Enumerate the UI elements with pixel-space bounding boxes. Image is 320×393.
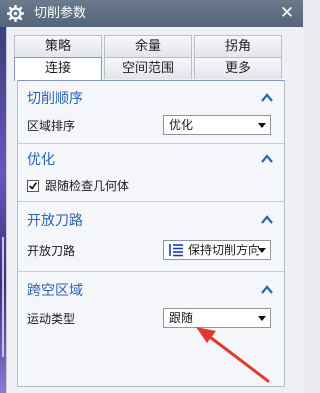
chevron-up-icon[interactable] xyxy=(260,91,274,105)
group-divider xyxy=(18,201,284,202)
group-divider xyxy=(18,143,284,144)
gear-icon xyxy=(7,5,24,22)
follow-check-geometry-label: 跟随检查几何体 xyxy=(45,179,130,193)
group-title-cut-order: 切削顺序 xyxy=(27,91,83,107)
group-title-open-toolpath: 开放刀路 xyxy=(27,213,83,229)
dropdown-arrow-icon xyxy=(258,123,266,128)
close-button[interactable]: ✕ xyxy=(277,3,297,23)
region-order-select[interactable]: 优化 xyxy=(163,115,271,135)
motion-type-value: 跟随 xyxy=(169,311,194,325)
group-title-optimize: 优化 xyxy=(27,152,55,168)
toolpath-pattern-icon xyxy=(169,244,183,257)
group-header-optimize[interactable]: 优化 xyxy=(18,148,284,170)
group-title-span-region: 跨空区域 xyxy=(27,283,83,299)
tab-row-top: 策略 余量 拐角 xyxy=(14,35,282,57)
group-divider xyxy=(18,271,284,272)
tab-corner[interactable]: 拐角 xyxy=(194,35,282,57)
chevron-up-icon[interactable] xyxy=(260,152,274,166)
checkmark-icon xyxy=(29,182,38,190)
dropdown-arrow-icon xyxy=(258,248,266,254)
group-header-span-region[interactable]: 跨空区域 xyxy=(18,279,284,301)
region-order-label: 区域排序 xyxy=(27,119,76,133)
tab-containment[interactable]: 空间范围 xyxy=(104,57,192,79)
follow-check-geometry-checkbox[interactable] xyxy=(27,180,39,192)
region-order-value: 优化 xyxy=(169,118,194,132)
open-toolpath-label: 开放刀路 xyxy=(27,244,76,258)
chevron-up-icon[interactable] xyxy=(260,283,274,297)
close-icon: ✕ xyxy=(279,3,295,23)
tab-strategy[interactable]: 策略 xyxy=(14,35,102,57)
window-title: 切削参数 xyxy=(34,6,87,21)
connect-panel: 切削顺序 区域排序 优化 优化 跟随检查几何体 开放刀路 开放刀路 保持切削方向… xyxy=(17,80,285,387)
dropdown-arrow-icon xyxy=(258,316,266,321)
title-bar: 切削参数 ✕ xyxy=(0,0,303,27)
tab-stock[interactable]: 余量 xyxy=(104,35,192,57)
motion-type-label: 运动类型 xyxy=(27,312,76,326)
group-header-cut-order[interactable]: 切削顺序 xyxy=(18,87,284,109)
chevron-up-icon[interactable] xyxy=(260,213,274,227)
group-header-open-toolpath[interactable]: 开放刀路 xyxy=(18,209,284,231)
motion-type-select[interactable]: 跟随 xyxy=(163,308,271,328)
open-toolpath-select[interactable]: 保持切削方向 xyxy=(163,240,271,260)
tab-row-bottom: 连接 空间范围 更多 xyxy=(14,57,282,81)
tab-connect[interactable]: 连接 xyxy=(14,57,102,81)
tab-more[interactable]: 更多 xyxy=(194,57,282,79)
